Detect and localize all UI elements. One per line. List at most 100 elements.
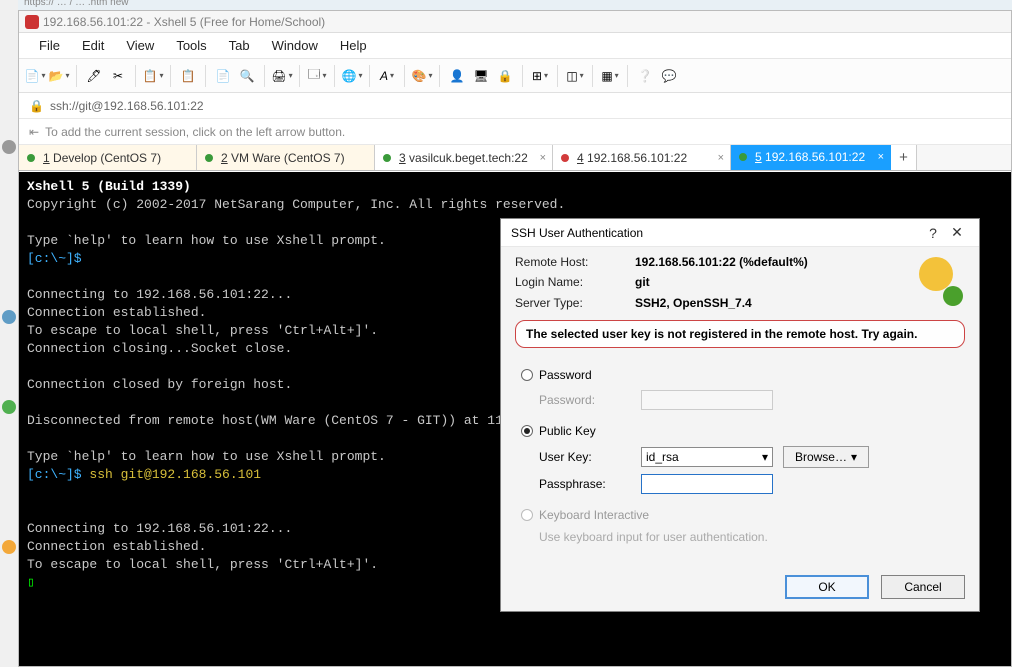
tab-session-5[interactable]: 5 192.168.56.101:22 × xyxy=(731,145,891,170)
sidebar-dot xyxy=(2,540,16,554)
menu-view[interactable]: View xyxy=(116,35,164,56)
toolbar-separator xyxy=(592,65,593,87)
toolbar-separator xyxy=(264,65,265,87)
menu-help[interactable]: Help xyxy=(330,35,377,56)
dialog-body: Remote Host: 192.168.56.101:22 (%default… xyxy=(501,247,979,552)
cancel-button[interactable]: Cancel xyxy=(881,575,965,599)
radio-password-label: Password xyxy=(539,368,592,382)
chevron-down-icon: ▾ xyxy=(762,450,768,464)
new-session-icon[interactable]: 📄 xyxy=(25,66,45,86)
password-label: Password: xyxy=(539,393,631,407)
sidebar-dot xyxy=(2,400,16,414)
properties-icon[interactable]: 🗔 xyxy=(307,66,327,86)
status-dot-icon xyxy=(205,154,213,162)
radio-password[interactable] xyxy=(521,369,533,381)
radio-public-key-label: Public Key xyxy=(539,424,596,438)
color-icon[interactable]: 🎨 xyxy=(412,66,432,86)
server-type-value: SSH2, OpenSSH_7.4 xyxy=(635,296,808,310)
title-bar: 192.168.56.101:22 - Xshell 5 (Free for H… xyxy=(19,11,1011,33)
toolbar-separator xyxy=(170,65,171,87)
sidebar-dot xyxy=(2,140,16,154)
radio-keyboard-interactive-label: Keyboard Interactive xyxy=(539,508,649,522)
status-dot-icon xyxy=(383,154,391,162)
screen-icon[interactable]: 🖥 xyxy=(471,66,491,86)
help-button[interactable]: ? xyxy=(921,223,945,243)
menu-file[interactable]: File xyxy=(29,35,70,56)
radio-public-key[interactable] xyxy=(521,425,533,437)
tab-label: 1 Develop (CentOS 7) xyxy=(43,151,161,165)
lock-icon: 🔒 xyxy=(29,99,44,113)
remote-host-label: Remote Host: xyxy=(515,255,635,269)
close-tab-icon[interactable]: × xyxy=(878,151,884,163)
user-key-select[interactable]: id_rsa ▾ xyxy=(641,447,773,467)
open-session-icon[interactable]: 📂 xyxy=(49,66,69,86)
split-icon[interactable]: ◫ xyxy=(565,66,585,86)
find-icon[interactable]: 🔍 xyxy=(237,66,257,86)
layout-icon[interactable]: ⊞ xyxy=(530,66,550,86)
toolbar-separator xyxy=(205,65,206,87)
warning-message: The selected user key is not registered … xyxy=(515,320,965,348)
chat-icon[interactable]: 💬 xyxy=(659,66,679,86)
ok-button[interactable]: OK xyxy=(785,575,869,599)
tab-session-3[interactable]: 3 vasilcuk.beget.tech:22 × xyxy=(375,145,553,170)
toolbar-separator xyxy=(369,65,370,87)
status-dot-icon xyxy=(561,154,569,162)
font-icon[interactable]: A xyxy=(377,66,397,86)
dialog-title-bar: SSH User Authentication ? ✕ xyxy=(501,219,979,247)
toolbar-separator xyxy=(76,65,77,87)
prompt: [c:\~]$ xyxy=(27,467,82,482)
toolbar-separator xyxy=(135,65,136,87)
hint-text: To add the current session, click on the… xyxy=(45,125,345,139)
menu-tab[interactable]: Tab xyxy=(219,35,260,56)
close-tab-icon[interactable]: × xyxy=(540,152,546,164)
paste-icon[interactable]: 📋 xyxy=(178,66,198,86)
tab-session-1[interactable]: 1 Develop (CentOS 7) xyxy=(19,145,197,170)
disconnect-icon[interactable]: ✂ xyxy=(108,66,128,86)
toolbar-separator xyxy=(404,65,405,87)
passphrase-input[interactable] xyxy=(641,474,773,494)
login-name-label: Login Name: xyxy=(515,275,635,289)
add-tab-button[interactable]: + xyxy=(891,145,917,170)
tab-session-2[interactable]: 2 VM Ware (CentOS 7) xyxy=(197,145,375,170)
session-tabs: 1 Develop (CentOS 7) 2 VM Ware (CentOS 7… xyxy=(19,145,1011,171)
toolbar-separator xyxy=(522,65,523,87)
tab-label: 2 VM Ware (CentOS 7) xyxy=(221,151,345,165)
sidebar-dot xyxy=(2,310,16,324)
hint-bar: ⇤ To add the current session, click on t… xyxy=(19,119,1011,145)
user-icon[interactable]: 👤 xyxy=(447,66,467,86)
close-tab-icon[interactable]: × xyxy=(718,152,724,164)
address-text[interactable]: ssh://git@192.168.56.101:22 xyxy=(50,99,204,113)
password-input xyxy=(641,390,773,410)
keys-icon xyxy=(910,255,965,310)
window-title: 192.168.56.101:22 - Xshell 5 (Free for H… xyxy=(43,15,325,29)
ssh-auth-dialog: SSH User Authentication ? ✕ Remote Host:… xyxy=(500,218,980,612)
toolbar-separator xyxy=(334,65,335,87)
copy-icon[interactable]: 📋 xyxy=(143,66,163,86)
tile-icon[interactable]: ▦ xyxy=(600,66,620,86)
tab-label: 5 192.168.56.101:22 xyxy=(755,150,865,164)
menu-edit[interactable]: Edit xyxy=(72,35,114,56)
close-button[interactable]: ✕ xyxy=(945,223,969,243)
user-key-label: User Key: xyxy=(539,450,631,464)
prompt: [c:\~]$ xyxy=(27,251,82,266)
toolbar-separator xyxy=(557,65,558,87)
chevron-down-icon: ▾ xyxy=(851,450,857,464)
address-bar: 🔒 ssh://git@192.168.56.101:22 xyxy=(19,93,1011,119)
remote-host-value: 192.168.56.101:22 (%default%) xyxy=(635,255,808,269)
menu-tools[interactable]: Tools xyxy=(166,35,216,56)
tab-label: 3 vasilcuk.beget.tech:22 xyxy=(399,151,528,165)
menu-window[interactable]: Window xyxy=(262,35,328,56)
user-key-value: id_rsa xyxy=(646,450,679,464)
lock-icon[interactable]: 🔒 xyxy=(495,66,515,86)
tab-session-4[interactable]: 4 192.168.56.101:22 × xyxy=(553,145,731,170)
radio-keyboard-interactive[interactable] xyxy=(521,509,533,521)
toolbar-separator xyxy=(627,65,628,87)
globe-icon[interactable]: 🌐 xyxy=(342,66,362,86)
browse-button[interactable]: Browse…▾ xyxy=(783,446,869,468)
print-icon[interactable]: 🖨 xyxy=(272,66,292,86)
arrow-left-icon[interactable]: ⇤ xyxy=(29,125,39,139)
reconnect-icon[interactable]: 🖊 xyxy=(84,66,104,86)
help-icon[interactable]: ❔ xyxy=(635,66,655,86)
status-dot-icon xyxy=(739,153,747,161)
copy2-icon[interactable]: 📄 xyxy=(213,66,233,86)
